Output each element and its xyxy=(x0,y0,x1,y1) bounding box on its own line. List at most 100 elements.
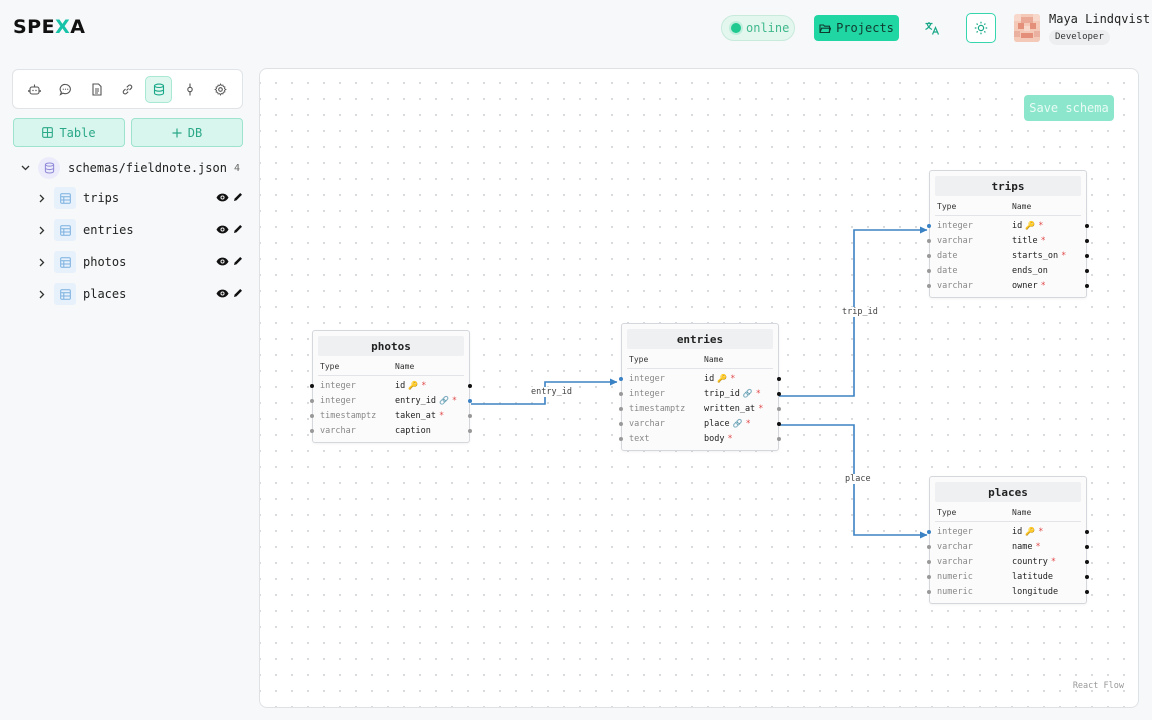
sidebar-item-places[interactable]: places xyxy=(36,282,243,306)
column-row[interactable]: varchar place 🔗 * xyxy=(619,416,781,431)
column-row[interactable]: integer id 🔑 * xyxy=(619,371,781,386)
add-table-button[interactable]: Table xyxy=(13,118,125,147)
source-handle[interactable] xyxy=(1085,589,1089,594)
table-node-entries[interactable]: entries Type Name integer id 🔑 * integer trip… xyxy=(619,323,781,451)
target-handle[interactable] xyxy=(619,376,623,381)
pencil-icon[interactable] xyxy=(233,255,243,269)
chevron-right-icon[interactable] xyxy=(36,290,48,299)
target-handle[interactable] xyxy=(927,589,931,594)
projects-button[interactable]: Projects xyxy=(814,15,899,41)
column-row[interactable]: integer id 🔑 * xyxy=(310,378,472,393)
source-handle[interactable] xyxy=(1085,253,1089,258)
source-handle[interactable] xyxy=(1085,574,1089,579)
target-handle[interactable] xyxy=(927,544,931,549)
react-flow-attribution[interactable]: React Flow xyxy=(1073,681,1124,691)
table-node-trips[interactable]: trips Type Name integer id 🔑 * varchar title *… xyxy=(927,170,1089,298)
target-handle[interactable] xyxy=(310,398,314,403)
tool-docs[interactable] xyxy=(83,76,110,103)
chevron-right-icon[interactable] xyxy=(36,258,48,267)
language-button[interactable] xyxy=(920,16,944,40)
target-handle[interactable] xyxy=(619,436,623,441)
pencil-icon[interactable] xyxy=(233,287,243,301)
chevron-right-icon[interactable] xyxy=(36,194,48,203)
chevron-right-icon[interactable] xyxy=(36,226,48,235)
source-handle[interactable] xyxy=(1085,529,1089,534)
tool-links[interactable] xyxy=(114,76,141,103)
source-handle[interactable] xyxy=(1085,238,1089,243)
source-handle[interactable] xyxy=(1085,223,1089,228)
target-handle[interactable] xyxy=(927,574,931,579)
tool-database[interactable] xyxy=(145,75,172,103)
column-row[interactable]: numeric latitude xyxy=(927,569,1089,584)
column-row[interactable]: varchar caption xyxy=(310,423,472,438)
git-commit-icon xyxy=(186,83,193,95)
source-handle[interactable] xyxy=(468,413,472,418)
schema-tree-root[interactable]: schemas/fieldnote.json 4 xyxy=(18,156,243,180)
table-node-places[interactable]: places Type Name integer id 🔑 * varchar name *… xyxy=(927,476,1089,604)
column-row[interactable]: timestamptz taken_at * xyxy=(310,408,472,423)
tool-settings[interactable] xyxy=(207,76,234,103)
column-row[interactable]: varchar country * xyxy=(927,554,1089,569)
sidebar-item-trips[interactable]: trips xyxy=(36,186,243,210)
eye-icon[interactable] xyxy=(216,287,229,301)
target-handle[interactable] xyxy=(927,283,931,288)
target-handle[interactable] xyxy=(927,268,931,273)
column-row[interactable]: varchar name * xyxy=(927,539,1089,554)
target-handle[interactable] xyxy=(310,383,314,388)
source-handle[interactable] xyxy=(468,398,472,403)
column-row[interactable]: varchar owner * xyxy=(927,278,1089,293)
source-handle[interactable] xyxy=(777,406,781,411)
tool-ai[interactable] xyxy=(21,76,48,103)
column-row[interactable]: date ends_on xyxy=(927,263,1089,278)
tool-chat[interactable] xyxy=(52,76,79,103)
source-handle[interactable] xyxy=(1085,283,1089,288)
column-row[interactable]: text body * xyxy=(619,431,781,446)
target-handle[interactable] xyxy=(927,223,931,228)
source-handle[interactable] xyxy=(1085,544,1089,549)
app-logo[interactable]: SPEXA xyxy=(13,16,85,38)
column-row[interactable]: numeric longitude xyxy=(927,584,1089,599)
chevron-down-icon[interactable] xyxy=(18,165,32,171)
tool-commits[interactable] xyxy=(176,76,203,103)
eye-icon[interactable] xyxy=(216,223,229,237)
target-handle[interactable] xyxy=(927,253,931,258)
target-handle[interactable] xyxy=(619,391,623,396)
target-handle[interactable] xyxy=(927,529,931,534)
projects-label: Projects xyxy=(836,21,894,35)
source-handle[interactable] xyxy=(777,421,781,426)
target-handle[interactable] xyxy=(310,413,314,418)
avatar[interactable] xyxy=(1014,14,1040,42)
source-handle[interactable] xyxy=(1085,268,1089,273)
target-handle[interactable] xyxy=(619,421,623,426)
source-handle[interactable] xyxy=(468,383,472,388)
column-row[interactable]: timestamptz written_at * xyxy=(619,401,781,416)
column-row[interactable]: integer entry_id 🔗 * xyxy=(310,393,472,408)
target-handle[interactable] xyxy=(619,406,623,411)
source-handle[interactable] xyxy=(1085,559,1089,564)
source-handle[interactable] xyxy=(777,376,781,381)
source-handle[interactable] xyxy=(468,428,472,433)
schema-canvas[interactable]: entry_id trip_id place Save schema photo… xyxy=(259,68,1139,708)
target-handle[interactable] xyxy=(927,238,931,243)
source-handle[interactable] xyxy=(777,391,781,396)
column-row[interactable]: integer trip_id 🔗 * xyxy=(619,386,781,401)
pencil-icon[interactable] xyxy=(233,191,243,205)
sidebar-item-photos[interactable]: photos xyxy=(36,250,243,274)
column-row[interactable]: integer id 🔑 * xyxy=(927,524,1089,539)
sidebar-item-entries[interactable]: entries xyxy=(36,218,243,242)
theme-toggle-button[interactable] xyxy=(966,13,996,43)
key-icon: 🔑 xyxy=(1025,527,1036,536)
column-row[interactable]: varchar title * xyxy=(927,233,1089,248)
target-handle[interactable] xyxy=(310,428,314,433)
save-schema-button[interactable]: Save schema xyxy=(1024,95,1114,121)
column-row[interactable]: integer id 🔑 * xyxy=(927,218,1089,233)
column-row[interactable]: date starts_on * xyxy=(927,248,1089,263)
table-node-photos[interactable]: photos Type Name integer id 🔑 * integer entry… xyxy=(310,330,472,443)
eye-icon[interactable] xyxy=(216,191,229,205)
pencil-icon[interactable] xyxy=(233,223,243,237)
add-db-button[interactable]: DB xyxy=(131,118,243,147)
target-handle[interactable] xyxy=(927,559,931,564)
source-handle[interactable] xyxy=(777,436,781,441)
bot-icon xyxy=(28,84,41,95)
eye-icon[interactable] xyxy=(216,255,229,269)
